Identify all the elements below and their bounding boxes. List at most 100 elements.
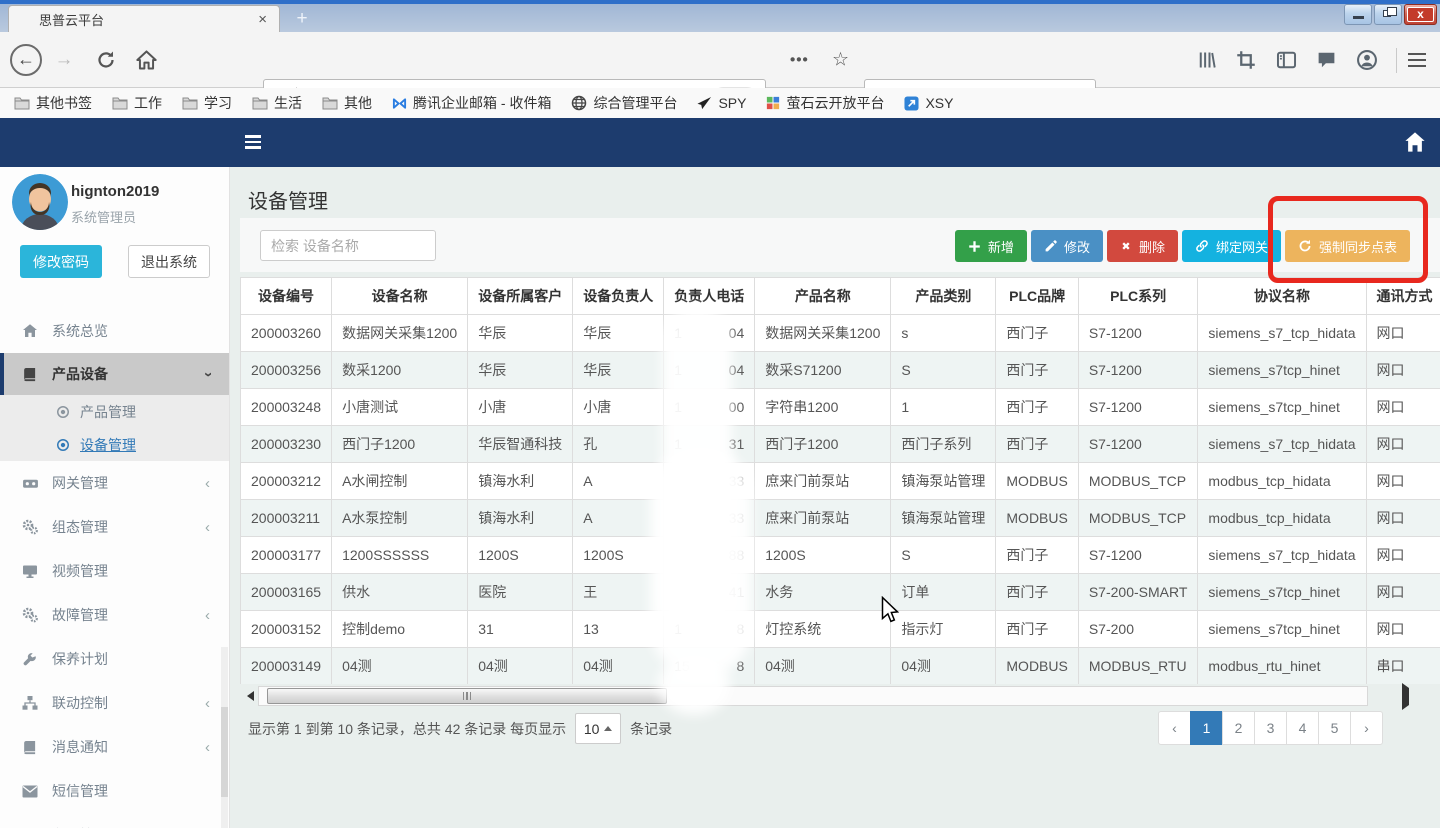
cell: 200003212: [241, 463, 332, 500]
bookmark-item[interactable]: 其他书签: [14, 93, 92, 113]
bookmark-item[interactable]: XSY: [904, 95, 953, 111]
sidebar-item[interactable]: 系统总览: [0, 309, 230, 353]
new-tab-button[interactable]: +: [288, 8, 316, 30]
cell-phone: 33: [664, 500, 755, 537]
action-buttons: 新增修改删除绑定网关强制同步点表: [955, 230, 1410, 262]
library-button[interactable]: [1196, 50, 1216, 70]
action-button[interactable]: 强制同步点表: [1285, 230, 1410, 262]
table-row[interactable]: 20000314904测04测04测15804测04测MODBUSMODBUS_…: [241, 648, 1440, 685]
change-password-button[interactable]: 修改密码: [20, 245, 102, 278]
bookmark-item[interactable]: 学习: [182, 93, 232, 113]
sidebar-item[interactable]: 消息通知‹: [0, 725, 230, 769]
cell: 数采1200: [332, 352, 468, 389]
scrollbar-thumb[interactable]: [267, 688, 667, 704]
sidebar-item[interactable]: 故障管理‹: [0, 593, 230, 637]
device-search-input[interactable]: [260, 230, 436, 261]
sidebar-item[interactable]: 产品管理: [0, 395, 230, 428]
page-size-select[interactable]: 10: [575, 713, 621, 744]
sidebar-item[interactable]: 组态管理‹: [0, 505, 230, 549]
bookmark-item[interactable]: 生活: [252, 93, 302, 113]
cell: siemens_s7tcp_hinet: [1198, 389, 1366, 426]
prev-page-button[interactable]: ‹: [1158, 711, 1191, 745]
cell: 200003152: [241, 611, 332, 648]
action-button[interactable]: 删除: [1107, 230, 1178, 262]
sidebar-toggle-button[interactable]: [1276, 49, 1297, 70]
bookmark-star-button[interactable]: ☆: [832, 48, 849, 71]
cell: 串口: [1366, 648, 1440, 685]
sidebar-item[interactable]: 联动控制‹: [0, 681, 230, 725]
bookmark-item[interactable]: 综合管理平台: [571, 93, 677, 113]
cell: A水泵控制: [332, 500, 468, 537]
avatar[interactable]: [12, 174, 68, 230]
table-row[interactable]: 200003260数据网关采集1200华辰华辰104数据网关采集1200s西门子…: [241, 315, 1440, 352]
page-button[interactable]: 5: [1318, 711, 1351, 745]
close-button[interactable]: x: [1404, 4, 1437, 25]
page-button[interactable]: 3: [1254, 711, 1287, 745]
column-header: 负责人电话: [664, 278, 755, 315]
table-row[interactable]: 200003211A水泵控制镇海水利A33庶来门前泵站镇海泵站管理MODBUSM…: [241, 500, 1440, 537]
cell: A: [573, 500, 664, 537]
messenger-button[interactable]: [1316, 49, 1337, 70]
menu-button[interactable]: [1408, 53, 1426, 70]
bookmark-item[interactable]: 工作: [112, 93, 162, 113]
cell: 供水: [332, 574, 468, 611]
app-header: [0, 118, 1440, 167]
browser-navbar: ← → iot.idosp.net/admin/index.html?lang …: [0, 32, 1440, 88]
screenshot-button[interactable]: [1236, 50, 1256, 70]
logout-button[interactable]: 退出系统: [128, 245, 210, 278]
action-button[interactable]: 绑定网关: [1182, 230, 1281, 262]
dart-icon: [697, 96, 712, 111]
cell: 200003248: [241, 389, 332, 426]
table-row[interactable]: 200003165供水医院王41水务订单西门子S7-200-SMARTsieme…: [241, 574, 1440, 611]
table-row[interactable]: 200003248小唐测试小唐小唐100字符串12001西门子S7-1200si…: [241, 389, 1440, 426]
sidebar-collapse-button[interactable]: [245, 135, 261, 152]
cell: s: [891, 315, 996, 352]
hscroll-left-arrow[interactable]: [242, 686, 258, 706]
sidebar-item[interactable]: 短信管理: [0, 769, 230, 813]
action-button[interactable]: 新增: [955, 230, 1027, 262]
sidebar-item[interactable]: 车间管理: [0, 813, 230, 828]
hscroll-right-arrow[interactable]: [1402, 688, 1409, 706]
restore-button[interactable]: [1374, 4, 1402, 25]
minimize-button[interactable]: [1344, 4, 1372, 25]
sidebar-icon: [1276, 49, 1297, 70]
action-button[interactable]: 修改: [1031, 230, 1103, 262]
table-row[interactable]: 2000031771200SSSSSS1200S1200S881200SS西门子…: [241, 537, 1440, 574]
bookmark-item[interactable]: 其他: [322, 93, 372, 113]
table-row[interactable]: 200003256数采1200华辰华辰104数采S71200S西门子S7-120…: [241, 352, 1440, 389]
page-button[interactable]: 1: [1190, 711, 1223, 745]
cell: siemens_s7_tcp_hidata: [1198, 315, 1366, 352]
sidebar-item[interactable]: 产品设备‹: [0, 353, 230, 395]
home-button[interactable]: [136, 49, 157, 70]
next-page-button[interactable]: ›: [1350, 711, 1383, 745]
browser-tab[interactable]: 思普云平台 ×: [8, 5, 280, 32]
page-actions-button[interactable]: •••: [790, 51, 809, 68]
sidebar-scrollbar[interactable]: [221, 647, 228, 828]
page-button[interactable]: 4: [1286, 711, 1319, 745]
bookmark-item[interactable]: 腾讯企业邮箱 - 收件箱: [392, 93, 551, 113]
folder-icon: [252, 96, 268, 110]
back-button[interactable]: ←: [10, 44, 42, 76]
sidebar-item[interactable]: 网关管理‹: [0, 461, 230, 505]
cell-phone: 33: [664, 463, 755, 500]
cell: 镇海水利: [468, 500, 573, 537]
page-button[interactable]: 2: [1222, 711, 1255, 745]
sidebar-item[interactable]: 设备管理: [0, 428, 230, 461]
table-row[interactable]: 200003230西门子1200华辰智通科技孔131西门子1200西门子系列西门…: [241, 426, 1440, 463]
tab-close-button[interactable]: ×: [254, 11, 271, 28]
table-row[interactable]: 200003152控制demo311318灯控系统指示灯西门子S7-200sie…: [241, 611, 1440, 648]
account-button[interactable]: [1356, 49, 1378, 71]
bookmarks-bar: 其他书签工作学习生活其他 腾讯企业邮箱 - 收件箱综合管理平台 SPY 萤石云开放平台…: [0, 88, 1440, 118]
cell: 网口: [1366, 463, 1440, 500]
bookmark-item[interactable]: SPY: [697, 95, 746, 111]
sidebar-item[interactable]: 视频管理: [0, 549, 230, 593]
app-home-button[interactable]: [1404, 131, 1426, 158]
cell: 网口: [1366, 352, 1440, 389]
sidebar-item[interactable]: 保养计划: [0, 637, 230, 681]
bookmark-label: 腾讯企业邮箱 - 收件箱: [413, 93, 551, 113]
forward-button[interactable]: →: [52, 49, 76, 71]
bookmark-item[interactable]: 萤石云开放平台: [766, 93, 884, 113]
horizontal-scrollbar[interactable]: [258, 686, 1368, 706]
table-row[interactable]: 200003212A水闸控制镇海水利A33庶来门前泵站镇海泵站管理MODBUSM…: [241, 463, 1440, 500]
reload-button[interactable]: [96, 50, 116, 70]
